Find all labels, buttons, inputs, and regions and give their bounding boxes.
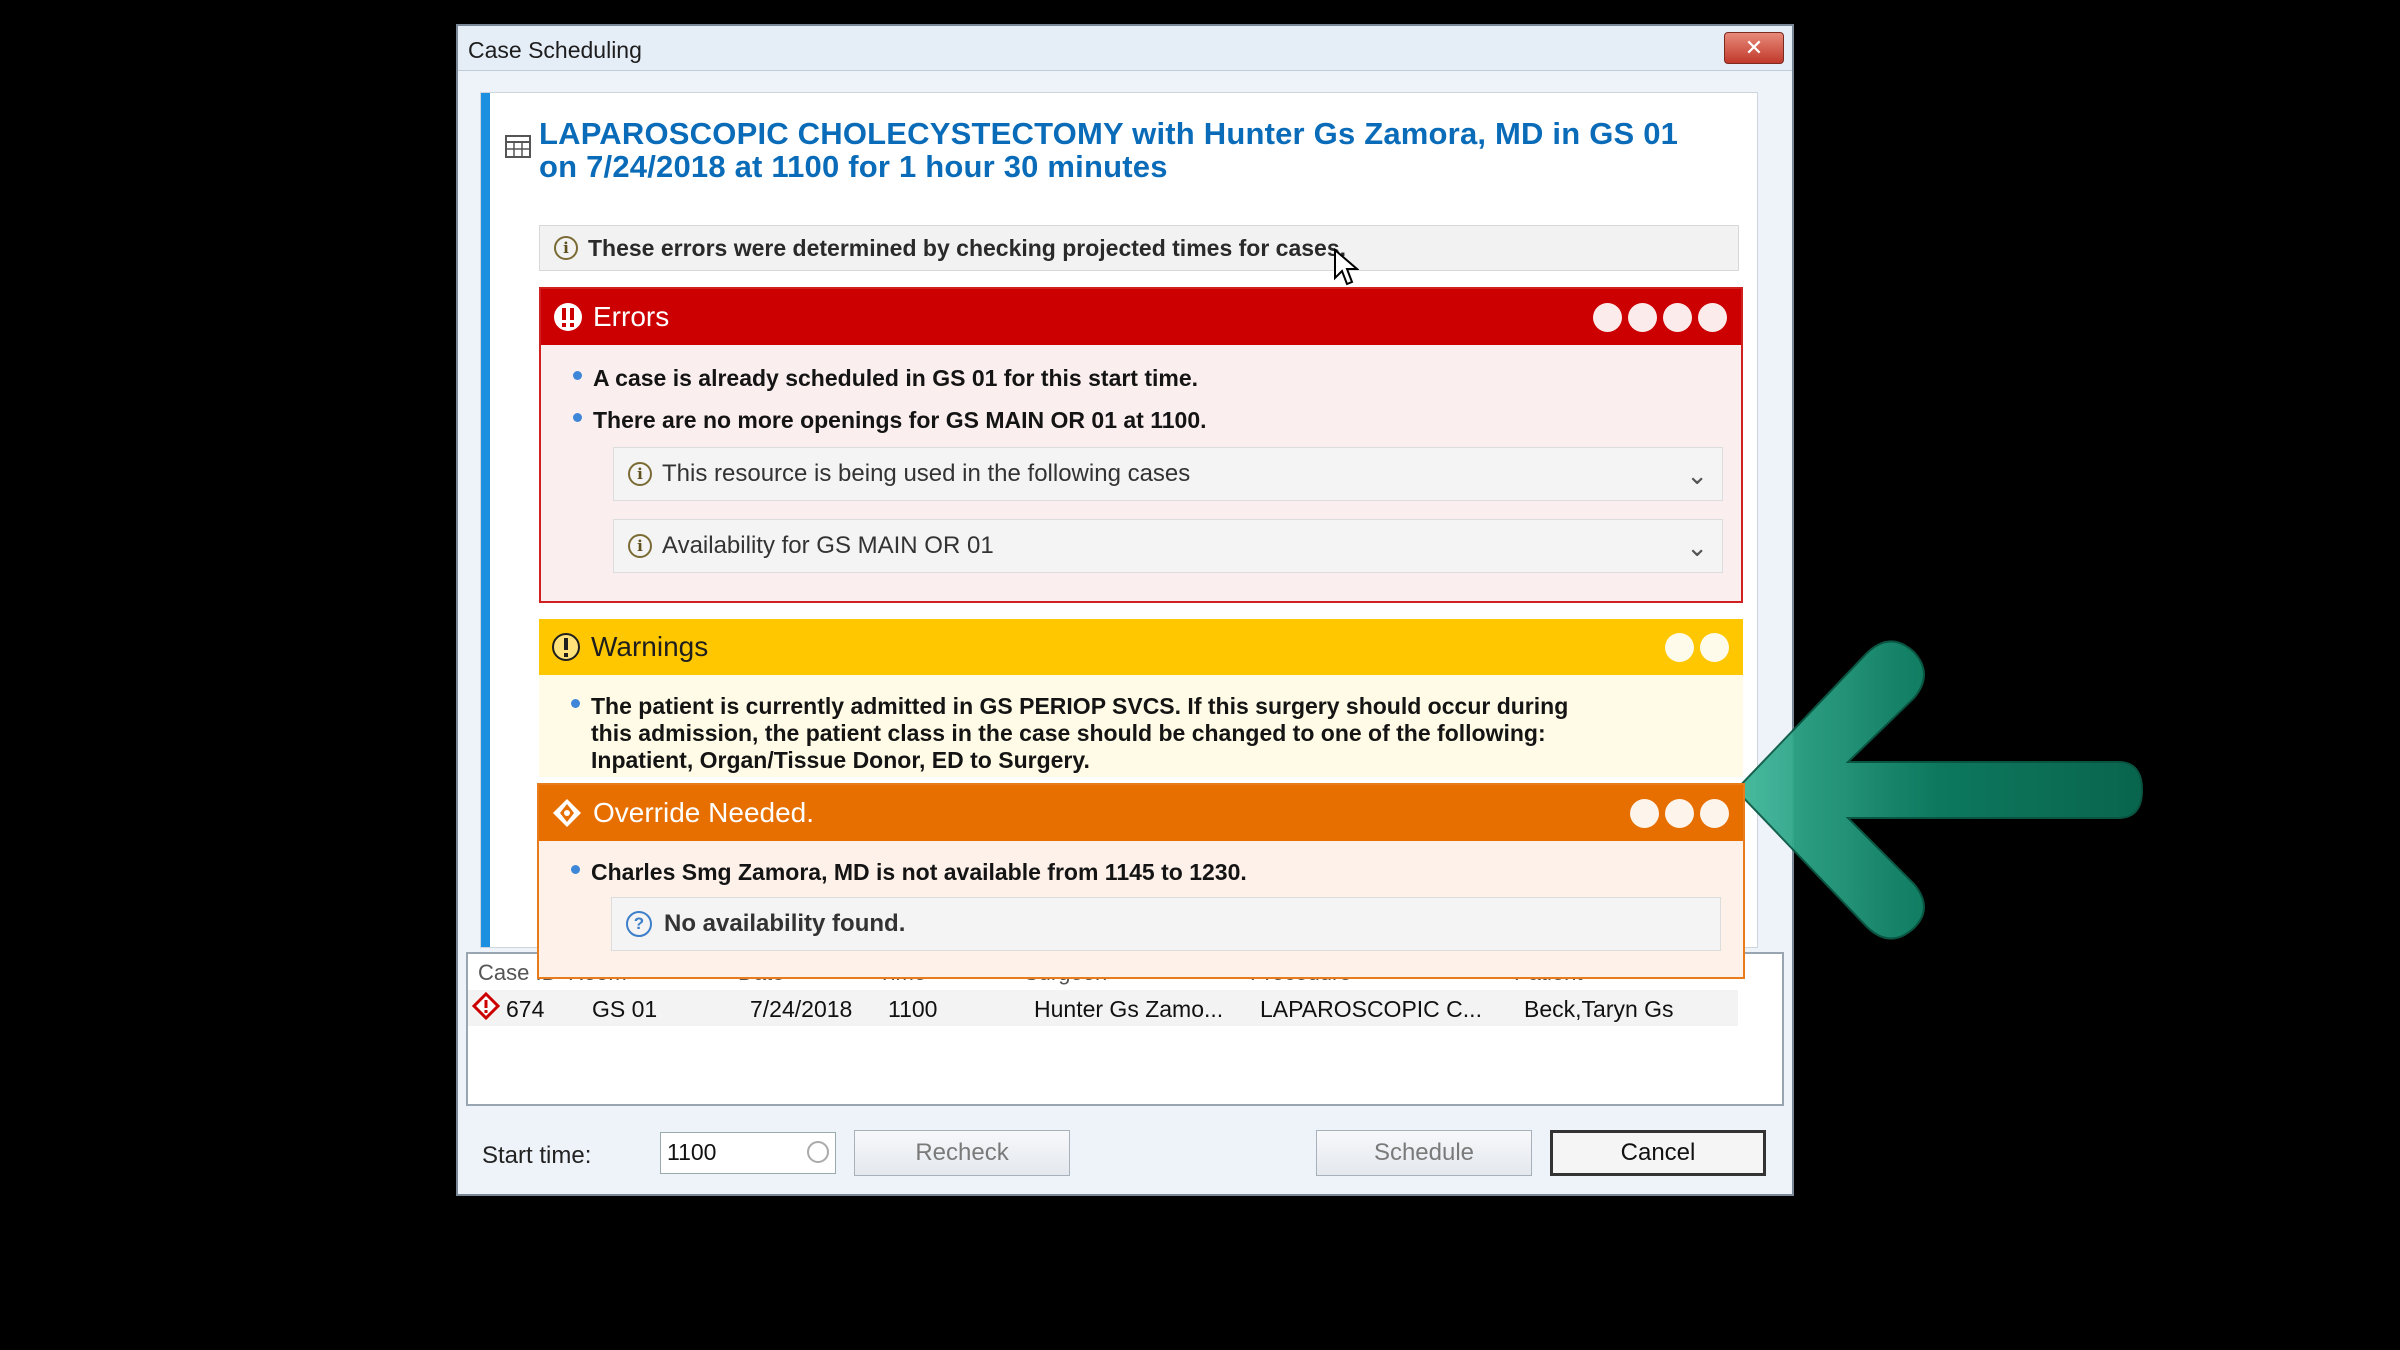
recheck-button[interactable]: Recheck: [854, 1130, 1070, 1176]
resource-used-expander[interactable]: i This resource is being used in the fol…: [613, 447, 1723, 501]
cell-surgeon: Hunter Gs Zamo...: [1034, 996, 1224, 1022]
content-panel: LAPAROSCOPIC CHOLECYSTECTOMY with Hunter…: [480, 92, 1758, 979]
schedule-button[interactable]: Schedule: [1316, 1130, 1532, 1176]
mouse-cursor-icon: [1334, 248, 1359, 286]
info-text: These errors were determined by checking…: [588, 234, 1347, 261]
table-row[interactable]: 674 GS 01 7/24/2018 1100 Hunter Gs Zamo.…: [468, 990, 1738, 1026]
errors-header[interactable]: Errors: [541, 289, 1741, 345]
error-icon: [554, 303, 582, 331]
info-banner: i These errors were determined by checki…: [539, 225, 1739, 271]
errors-section: Errors A case is already scheduled in GS…: [539, 287, 1743, 603]
conflict-icon: [472, 992, 500, 1020]
warnings-section: Warnings The patient is currently admitt…: [539, 619, 1743, 777]
chevron-down-icon: ⌄: [1686, 460, 1708, 490]
clock-icon[interactable]: [807, 1141, 829, 1163]
chevron-down-icon: ⌄: [1686, 532, 1708, 562]
warnings-label: Warnings: [591, 631, 709, 662]
info-icon: i: [628, 534, 652, 558]
case-scheduling-dialog: Case Scheduling ✕ LAPAROSCOPIC CHOLECYST…: [456, 24, 1794, 1196]
warnings-count-dots: [1665, 633, 1729, 662]
errors-count-dots: [1593, 303, 1727, 332]
availability-expander[interactable]: i Availability for GS MAIN OR 01 ⌄: [613, 519, 1723, 573]
title-bar[interactable]: Case Scheduling ✕: [458, 26, 1792, 71]
override-item: Charles Smg Zamora, MD is not available …: [571, 859, 1247, 885]
info-icon: i: [628, 462, 652, 486]
dialog-footer: Start time: 1100 Recheck Schedule Cancel: [458, 1122, 1792, 1186]
start-time-value: 1100: [667, 1139, 717, 1165]
help-icon: ?: [626, 911, 652, 937]
start-time-input[interactable]: 1100: [660, 1132, 836, 1174]
warning-item: The patient is currently admitted in GS …: [571, 693, 1611, 774]
override-label: Override Needed.: [593, 797, 815, 828]
resource-used-label: This resource is being used in the follo…: [662, 460, 1191, 487]
override-header[interactable]: Override Needed.: [539, 785, 1743, 841]
no-availability-row[interactable]: ? No availability found.: [611, 897, 1721, 951]
info-icon: i: [554, 236, 578, 260]
error-item: A case is already scheduled in GS 01 for…: [572, 365, 1199, 391]
cell-procedure: LAPAROSCOPIC C...: [1260, 996, 1482, 1022]
cell-patient: Beck,Taryn Gs: [1524, 996, 1674, 1022]
window-title: Case Scheduling: [468, 37, 642, 63]
override-icon: [553, 799, 581, 827]
annotation-arrow-icon: [1734, 640, 2144, 940]
cell-case-id: 674: [506, 996, 545, 1022]
availability-label: Availability for GS MAIN OR 01: [662, 532, 994, 559]
warnings-header[interactable]: Warnings: [539, 619, 1743, 675]
case-header-title: LAPAROSCOPIC CHOLECYSTECTOMY with Hunter…: [539, 116, 1679, 184]
errors-label: Errors: [593, 301, 670, 332]
cell-room: GS 01: [592, 996, 658, 1022]
accent-bar: [481, 93, 490, 947]
close-icon: ✕: [1744, 35, 1764, 60]
warning-icon: [552, 633, 580, 661]
override-section: Override Needed. Charles Smg Zamora, MD …: [537, 783, 1745, 979]
cell-time: 1100: [888, 996, 938, 1022]
cancel-button[interactable]: Cancel: [1550, 1130, 1766, 1176]
calendar-grid-icon: [505, 135, 531, 158]
no-availability-label: No availability found.: [664, 910, 906, 937]
override-count-dots: [1630, 799, 1729, 828]
close-button[interactable]: ✕: [1724, 32, 1784, 64]
start-time-label: Start time:: [482, 1142, 592, 1169]
error-item: There are no more openings for GS MAIN O…: [573, 407, 1207, 433]
cell-date: 7/24/2018: [750, 996, 853, 1022]
